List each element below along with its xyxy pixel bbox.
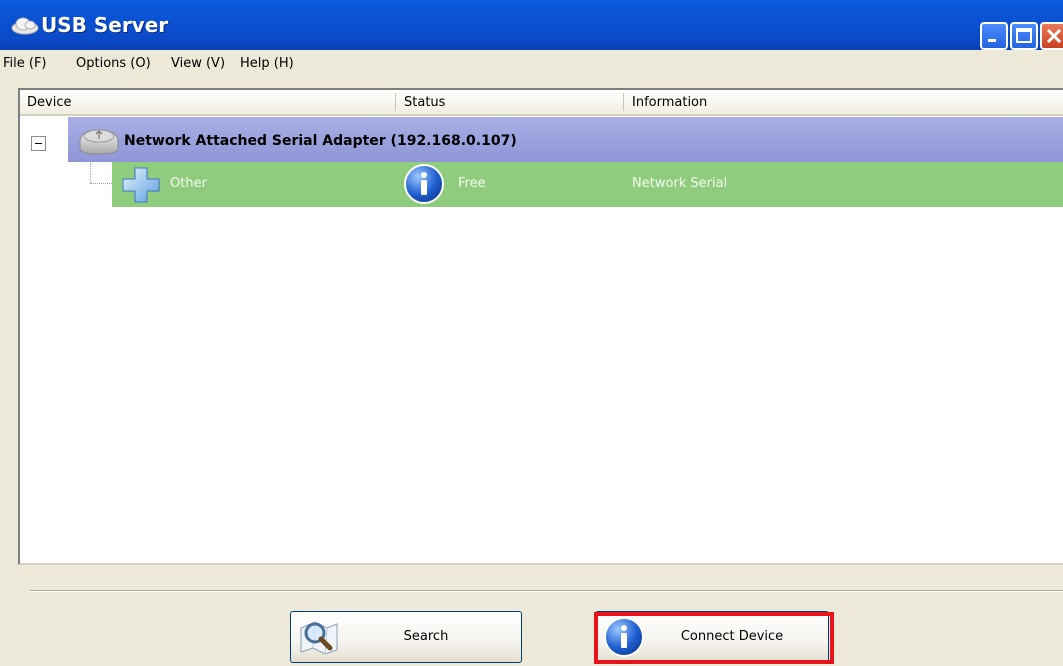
device-list[interactable]: Device Status Information Network Attach… (18, 88, 1063, 565)
tree-connector (90, 163, 91, 183)
minimize-button[interactable] (980, 22, 1008, 50)
device-status: Free (458, 176, 486, 191)
search-button[interactable]: Search (290, 611, 522, 663)
menu-bar: File (F) Options (O) View (V) Help (H) (0, 50, 1063, 78)
menu-help[interactable]: Help (H) (240, 56, 294, 72)
list-header: Device Status Information (20, 90, 1063, 116)
window-title: USB Server (41, 13, 169, 37)
usb-hub-icon (79, 129, 119, 155)
connect-device-button-label: Connect Device (680, 629, 784, 644)
connect-device-button[interactable]: Connect Device (595, 611, 829, 663)
column-status[interactable]: Status (404, 96, 445, 110)
puzzle-plus-icon (122, 167, 160, 203)
search-button-label: Search (403, 629, 449, 644)
adapter-name: Network Attached Serial Adapter (192.168… (124, 133, 517, 149)
close-button[interactable] (1040, 22, 1063, 50)
column-device[interactable]: Device (27, 96, 71, 110)
menu-options[interactable]: Options (O) (76, 56, 151, 72)
collapse-toggle[interactable] (31, 136, 46, 151)
column-separator[interactable] (623, 93, 624, 111)
device-name: Other (170, 176, 207, 191)
menu-file[interactable]: File (F) (3, 56, 47, 72)
device-information: Network Serial (632, 176, 728, 191)
panel-divider (30, 590, 1063, 592)
minimize-icon (988, 39, 996, 42)
column-separator[interactable] (395, 93, 396, 111)
info-icon (404, 164, 444, 204)
menu-view[interactable]: View (V) (171, 56, 225, 72)
tree-connector (90, 183, 112, 184)
cloud-usb-icon (11, 17, 39, 35)
maximize-icon (1016, 28, 1032, 43)
title-bar[interactable]: USB Server (0, 0, 1063, 50)
close-icon (1046, 28, 1062, 44)
maximize-button[interactable] (1010, 22, 1038, 50)
column-information[interactable]: Information (632, 96, 707, 110)
device-row[interactable] (112, 162, 1063, 207)
